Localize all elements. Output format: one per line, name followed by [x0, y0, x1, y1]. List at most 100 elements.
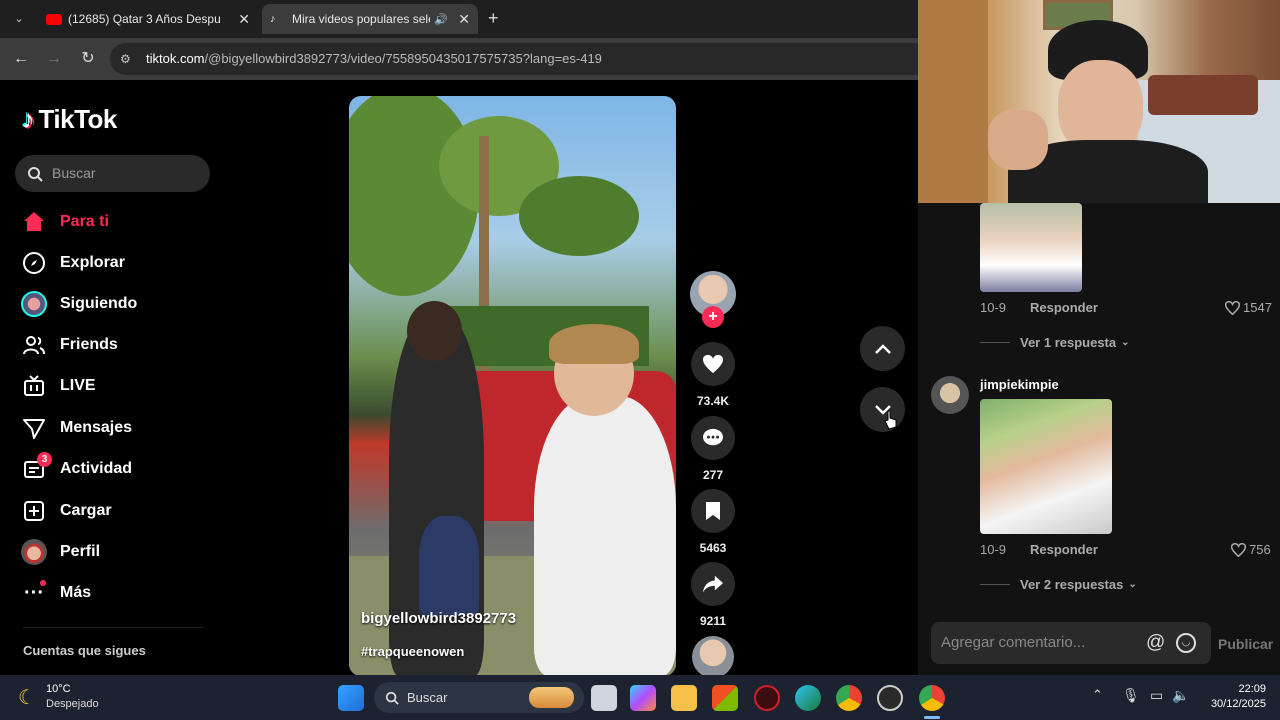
following-accounts-title: Cuentas que sigues: [23, 643, 146, 658]
clock-time: 22:09: [1238, 683, 1266, 695]
divider-line: [980, 584, 1010, 585]
clock[interactable]: 22:09 30/12/2025: [1196, 683, 1266, 710]
sidebar-item-perfil[interactable]: Perfil: [20, 537, 100, 567]
heart-outline-icon: [1225, 300, 1240, 315]
comment-image[interactable]: [980, 399, 1112, 534]
like-action[interactable]: 73.4K: [690, 342, 736, 408]
windows-start-icon[interactable]: [338, 685, 364, 711]
next-creator-avatar[interactable]: [692, 636, 734, 678]
comment-like-button[interactable]: 756: [1231, 542, 1271, 557]
speaker-icon[interactable]: 🔊: [434, 13, 448, 26]
tab-tiktok[interactable]: ♪ Mira videos populares selec 🔊 ✕: [262, 4, 478, 34]
comment-like-count: 756: [1249, 542, 1271, 557]
sidebar-item-mensajes[interactable]: Mensajes: [20, 413, 132, 443]
reply-button[interactable]: Responder: [1030, 300, 1098, 315]
sidebar-item-para-ti[interactable]: Para ti: [20, 207, 109, 237]
tiktok-logo[interactable]: ♪ TikTok: [22, 104, 117, 135]
video-player[interactable]: bigyellowbird3892773 #trapqueenowen: [349, 96, 676, 676]
youtube-icon: [46, 13, 62, 25]
view-replies-button[interactable]: Ver 1 respuesta ⌄: [980, 335, 1130, 350]
comment-count: 277: [702, 468, 724, 482]
obs-icon[interactable]: [877, 685, 903, 711]
sidebar-item-label: LIVE: [60, 377, 96, 394]
reply-button[interactable]: Responder: [1030, 542, 1098, 557]
search-icon: [385, 691, 399, 705]
webcam-scene: [1148, 75, 1258, 115]
upload-icon: [20, 497, 48, 525]
webcam-scene: [918, 0, 988, 203]
comment-icon[interactable]: [691, 416, 735, 460]
file-explorer-icon[interactable]: [671, 685, 697, 711]
comment-like-button[interactable]: 1547: [1225, 300, 1272, 315]
chrome-icon[interactable]: [836, 685, 862, 711]
comment-input[interactable]: Agregar comentario... @ ◡: [931, 622, 1211, 664]
activity-badge: 3: [37, 452, 52, 467]
chevron-up-icon[interactable]: ⌃: [1092, 687, 1103, 703]
windows-taskbar: ☾ 10°C Despejado Buscar ⌃ 🎙 ▭ 🔈 22:09 30…: [0, 675, 1280, 720]
comment-image[interactable]: [980, 203, 1082, 292]
next-video-button[interactable]: [860, 387, 905, 432]
sidebar-item-cargar[interactable]: Cargar: [20, 496, 112, 526]
chrome-active-icon[interactable]: [919, 685, 945, 711]
app-red-icon[interactable]: [754, 685, 780, 711]
sidebar-item-live[interactable]: LIVE: [20, 371, 96, 401]
tab-youtube[interactable]: (12685) Qatar 3 Años Después ✕: [38, 4, 258, 34]
comment-like-count: 1547: [1243, 300, 1272, 315]
commenter-username[interactable]: jimpiekimpie: [980, 377, 1059, 392]
site-info-icon[interactable]: ⚙: [120, 43, 131, 75]
view-replies-button[interactable]: Ver 2 respuestas ⌄: [980, 577, 1137, 592]
video-person: [419, 516, 479, 616]
sidebar-item-label: Para ti: [60, 213, 109, 230]
video-scenery: [549, 324, 639, 364]
follow-button[interactable]: +: [702, 306, 724, 328]
mention-icon[interactable]: @: [1146, 622, 1165, 664]
logo-text: TikTok: [38, 104, 118, 134]
copilot-icon[interactable]: [630, 685, 656, 711]
url-field[interactable]: ⚙ tiktok.com/@bigyellowbird3892773/video…: [110, 43, 918, 75]
close-icon[interactable]: ✕: [238, 11, 250, 28]
profile-avatar-icon: [20, 538, 48, 566]
emoji-icon[interactable]: ◡: [1176, 633, 1196, 653]
comment-input-placeholder: Agregar comentario...: [941, 634, 1086, 651]
save-count: 5463: [699, 541, 727, 555]
new-tab-button[interactable]: +: [488, 8, 499, 29]
close-icon[interactable]: ✕: [458, 11, 470, 28]
back-button[interactable]: ←: [10, 48, 32, 70]
video-scenery: [519, 176, 639, 256]
tab-list-dropdown-icon[interactable]: ⌄: [10, 10, 28, 28]
clock-date: 30/12/2025: [1210, 698, 1266, 710]
publish-button[interactable]: Publicar: [1218, 636, 1273, 652]
send-icon: [20, 414, 48, 442]
following-avatar-icon: [20, 290, 48, 318]
activity-icon: 3: [20, 452, 52, 483]
sidebar-divider: [23, 627, 203, 628]
network-icon[interactable]: ▭: [1150, 687, 1163, 704]
video-username[interactable]: bigyellowbird3892773: [361, 610, 516, 627]
sidebar-item-explorar[interactable]: Explorar: [20, 248, 125, 278]
video-person: [534, 396, 676, 676]
bookmark-icon[interactable]: [691, 489, 735, 533]
share-action[interactable]: 9211: [690, 562, 736, 628]
reload-button[interactable]: ↻: [77, 48, 99, 70]
sidebar-item-friends[interactable]: Friends: [20, 330, 118, 360]
store-icon[interactable]: [712, 685, 738, 711]
previous-video-button[interactable]: [860, 326, 905, 371]
search-input[interactable]: Buscar: [15, 155, 210, 192]
save-action[interactable]: 5463: [690, 489, 736, 555]
volume-icon[interactable]: 🔈: [1172, 687, 1189, 704]
video-hashtag[interactable]: #trapqueenowen: [361, 644, 464, 659]
task-view-icon[interactable]: [591, 685, 617, 711]
share-icon[interactable]: [691, 562, 735, 606]
comment-action[interactable]: 277: [690, 416, 736, 482]
sidebar-item-actividad[interactable]: 3 Actividad: [20, 452, 132, 484]
weather-widget[interactable]: ☾ 10°C Despejado: [18, 683, 138, 713]
taskbar-search[interactable]: Buscar: [374, 682, 584, 713]
sidebar-item-mas[interactable]: ··· Más: [20, 578, 91, 608]
microphone-icon[interactable]: 🎙: [1122, 687, 1140, 704]
forward-button[interactable]: →: [43, 48, 65, 70]
sidebar-item-siguiendo[interactable]: Siguiendo: [20, 289, 137, 319]
heart-icon[interactable]: [691, 342, 735, 386]
commenter-avatar[interactable]: [931, 376, 969, 414]
edge-icon[interactable]: [795, 685, 821, 711]
chevron-down-icon: ⌄: [1121, 337, 1130, 348]
